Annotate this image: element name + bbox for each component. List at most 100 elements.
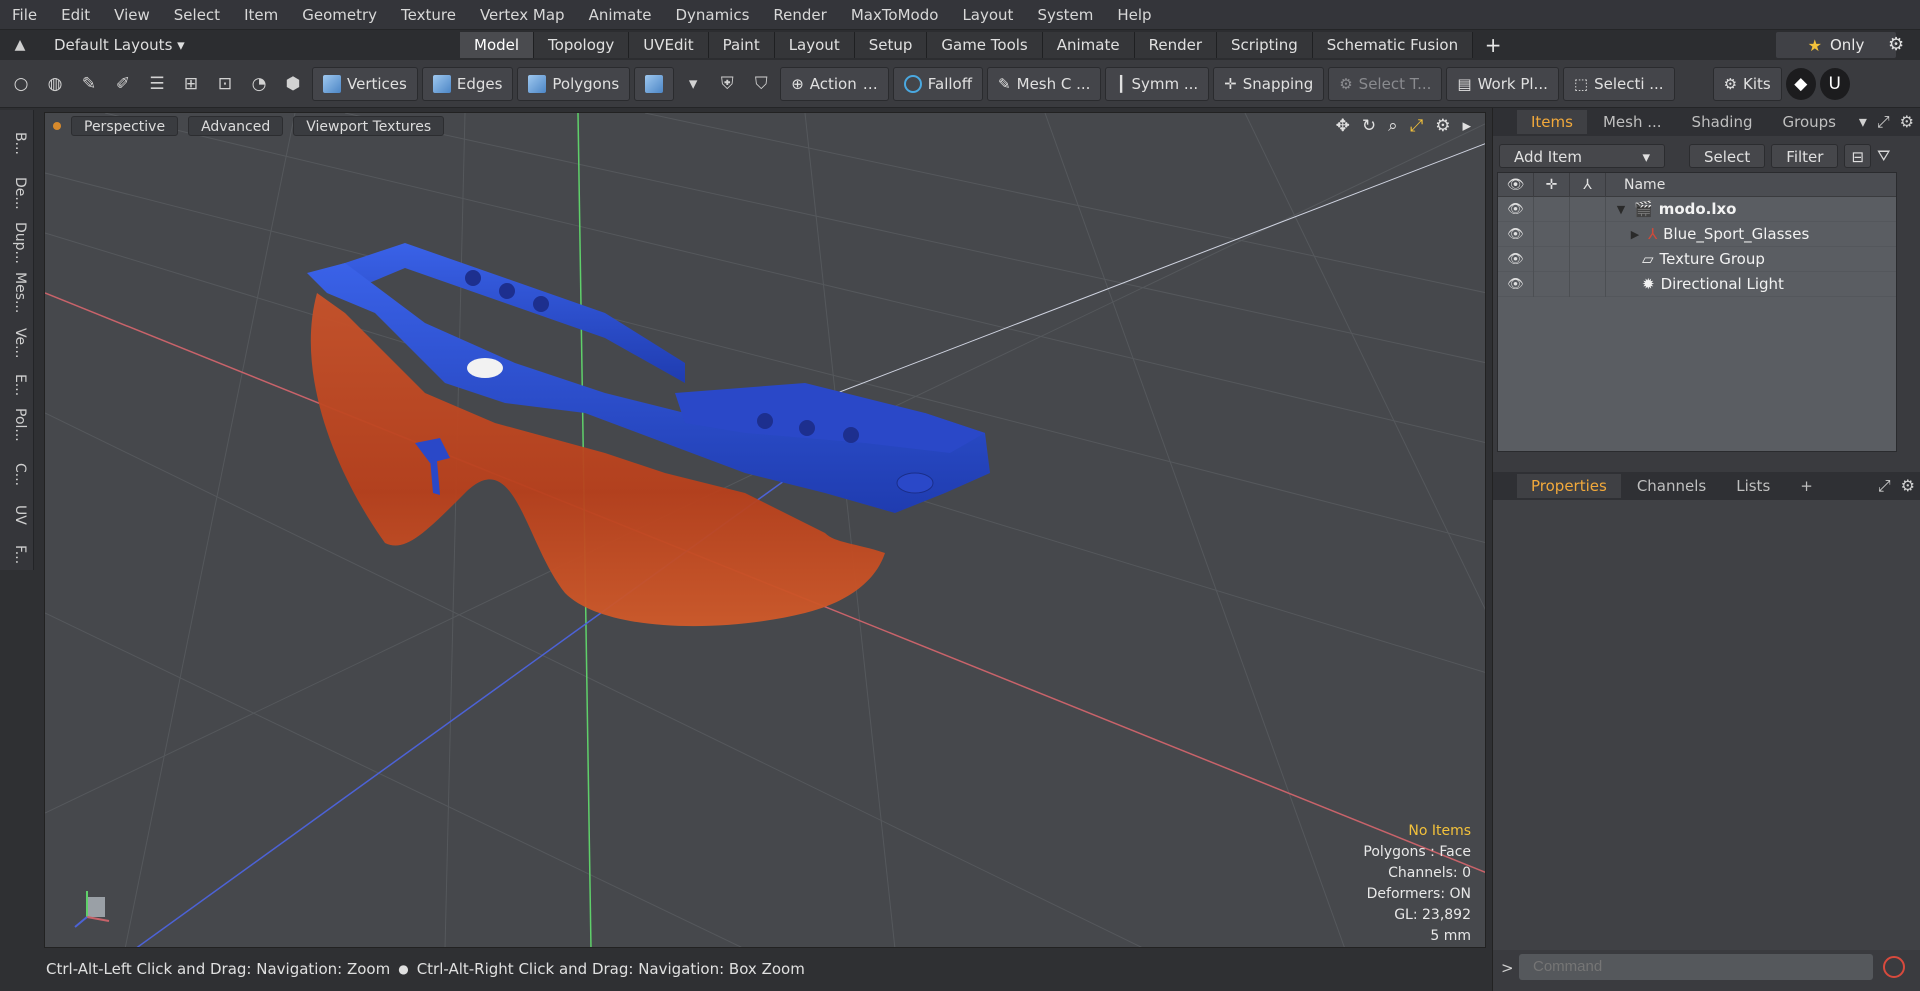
panel-gear-icon[interactable]: ⚙ bbox=[1900, 112, 1914, 132]
select-button[interactable]: Select bbox=[1689, 144, 1766, 168]
viewport-menu-dot-icon[interactable] bbox=[53, 122, 61, 130]
expand-panel-icon[interactable]: ⤢ bbox=[1877, 112, 1890, 132]
view-mode-dropdown[interactable]: Perspective bbox=[71, 116, 179, 136]
collapse-arrow-icon[interactable]: ▲ bbox=[0, 37, 40, 53]
shield-alt-icon[interactable]: ⛉ bbox=[746, 68, 776, 100]
menu-view[interactable]: View bbox=[102, 0, 162, 30]
tree-row-mesh[interactable]: 👁 ▶ ⅄ Blue_Sport_Glasses bbox=[1498, 221, 1896, 247]
command-input[interactable] bbox=[1519, 954, 1873, 980]
dial-icon[interactable]: ◔ bbox=[244, 68, 274, 100]
panel-gear-icon[interactable]: ⚙ bbox=[1901, 476, 1915, 496]
tab-groups[interactable]: Groups bbox=[1768, 110, 1849, 134]
lasso-icon[interactable]: ✐ bbox=[108, 68, 138, 100]
tab-animate[interactable]: Animate bbox=[1042, 32, 1135, 58]
settings-gear-icon[interactable]: ⚙ bbox=[1888, 34, 1904, 55]
globe-icon[interactable]: ◍ bbox=[40, 68, 70, 100]
tab-schematic-fusion[interactable]: Schematic Fusion bbox=[1312, 32, 1474, 58]
blue-sport-glasses-model[interactable] bbox=[307, 243, 990, 627]
lock-column-icon[interactable]: ✛ bbox=[1534, 172, 1570, 197]
tab-channels[interactable]: Channels bbox=[1623, 474, 1720, 498]
command-stop-icon[interactable] bbox=[1883, 956, 1905, 978]
shading-dropdown[interactable]: Advanced bbox=[188, 116, 284, 136]
add-panel-tab-icon[interactable]: + bbox=[1786, 474, 1827, 498]
item-mode-icon[interactable]: ⬢ bbox=[278, 68, 308, 100]
mesh-constraints-button[interactable]: ✎ Mesh C ... bbox=[987, 66, 1102, 101]
only-button[interactable]: ★ Only bbox=[1776, 32, 1896, 58]
left-tab-fusion[interactable]: F... bbox=[6, 530, 28, 580]
left-tab-mesh-edit[interactable]: Mes... bbox=[6, 268, 28, 318]
tab-uvedit[interactable]: UVEdit bbox=[629, 32, 709, 58]
menu-select[interactable]: Select bbox=[162, 0, 232, 30]
edges-button[interactable]: Edges bbox=[421, 66, 514, 101]
tab-items[interactable]: Items bbox=[1517, 110, 1587, 134]
pivot-column-icon[interactable]: ⅄ bbox=[1570, 172, 1606, 197]
menu-system[interactable]: System bbox=[1025, 0, 1105, 30]
vertices-button[interactable]: Vertices bbox=[312, 66, 418, 101]
menu-animate[interactable]: Animate bbox=[577, 0, 664, 30]
layouts-dropdown[interactable]: Default Layouts ▾ bbox=[40, 36, 460, 54]
select-through-button[interactable]: ⚙ Select T... bbox=[1328, 66, 1443, 101]
expand-down-icon[interactable]: ▼ bbox=[1614, 203, 1628, 216]
zoom-icon[interactable]: ⌕ bbox=[1388, 116, 1398, 136]
menu-dynamics[interactable]: Dynamics bbox=[663, 0, 761, 30]
menu-geometry[interactable]: Geometry bbox=[290, 0, 389, 30]
item-tree[interactable]: 👁 ✛ ⅄ Name 👁 ▼ 🎬 modo.lxo 👁 ▶ ⅄ Blue_Sport_G… bbox=[1497, 172, 1897, 452]
tree-row-texture-group[interactable]: 👁 ▱ Texture Group bbox=[1498, 246, 1896, 272]
eye-icon[interactable]: 👁 bbox=[1498, 271, 1534, 297]
shield-icon[interactable]: ⛨ bbox=[712, 68, 742, 100]
expand-right-icon[interactable]: ▶ bbox=[1628, 228, 1642, 241]
eye-icon[interactable]: 👁 bbox=[1498, 246, 1534, 272]
viewport-gear-icon[interactable]: ⚙ bbox=[1435, 116, 1450, 136]
material-mode-button[interactable] bbox=[634, 66, 675, 101]
name-column-header[interactable]: Name bbox=[1606, 177, 1665, 193]
rotate-icon[interactable]: ↻ bbox=[1362, 116, 1376, 136]
tab-shading[interactable]: Shading bbox=[1678, 110, 1767, 134]
expand-arrow-icon[interactable]: ▸ bbox=[1462, 116, 1471, 136]
tab-paint[interactable]: Paint bbox=[708, 32, 775, 58]
add-tab-icon[interactable]: + bbox=[1473, 33, 1513, 57]
funnel-filter-icon[interactable]: ⛛ bbox=[1877, 146, 1890, 166]
symmetry-button[interactable]: ┃ Symm ... bbox=[1105, 66, 1210, 101]
maximize-icon[interactable]: ⤢ bbox=[1410, 116, 1424, 136]
falloff-button[interactable]: Falloff bbox=[892, 66, 984, 101]
tab-lists[interactable]: Lists bbox=[1722, 474, 1784, 498]
menu-layout[interactable]: Layout bbox=[950, 0, 1025, 30]
command-expand-icon[interactable]: > bbox=[1501, 959, 1514, 977]
menu-file[interactable]: File bbox=[0, 0, 49, 30]
tab-mesh-ops[interactable]: Mesh ... bbox=[1589, 110, 1676, 134]
menu-item[interactable]: Item bbox=[232, 0, 290, 30]
pen-icon[interactable]: ✎ bbox=[74, 68, 104, 100]
snapping-button[interactable]: ✛ Snapping bbox=[1213, 66, 1325, 101]
modo-logo-icon[interactable]: ◆ bbox=[1785, 67, 1816, 100]
tree-row-scene[interactable]: 👁 ▼ 🎬 modo.lxo bbox=[1498, 196, 1896, 222]
frame-icon[interactable]: ⊡ bbox=[210, 68, 240, 100]
viewport-textures-dropdown[interactable]: Viewport Textures bbox=[293, 116, 445, 136]
tab-scripting[interactable]: Scripting bbox=[1217, 32, 1313, 58]
menu-help[interactable]: Help bbox=[1105, 0, 1163, 30]
pan-icon[interactable]: ✥ bbox=[1336, 116, 1350, 136]
visibility-column-icon[interactable]: 👁 bbox=[1498, 172, 1534, 197]
left-tab-duplicate[interactable]: Dup... bbox=[6, 218, 28, 268]
tab-render[interactable]: Render bbox=[1134, 32, 1218, 58]
left-tab-deform[interactable]: De... bbox=[6, 168, 28, 218]
menu-maxtomodo[interactable]: MaxToModo bbox=[839, 0, 951, 30]
left-tab-polygon[interactable]: Pol... bbox=[6, 400, 28, 450]
tab-dropdown-icon[interactable]: ▾ bbox=[1859, 112, 1867, 132]
tree-row-light[interactable]: 👁 ✹ Directional Light bbox=[1498, 271, 1896, 297]
menu-edit[interactable]: Edit bbox=[49, 0, 102, 30]
tab-layout[interactable]: Layout bbox=[774, 32, 855, 58]
menu-render[interactable]: Render bbox=[761, 0, 838, 30]
action-center-button[interactable]: ⊕ Action… bbox=[780, 66, 889, 101]
kits-button[interactable]: ⚙ Kits bbox=[1712, 66, 1782, 101]
menu-vertex-map[interactable]: Vertex Map bbox=[468, 0, 577, 30]
eye-icon[interactable]: 👁 bbox=[1498, 221, 1534, 247]
tab-properties[interactable]: Properties bbox=[1517, 474, 1621, 498]
tab-model[interactable]: Model bbox=[460, 32, 535, 58]
tab-topology[interactable]: Topology bbox=[534, 32, 630, 58]
selection-sets-button[interactable]: ⬚ Selecti ... bbox=[1562, 66, 1675, 101]
align-icon[interactable]: ☰ bbox=[142, 68, 172, 100]
add-item-dropdown[interactable]: Add Item ▾ bbox=[1499, 144, 1665, 168]
collapse-icon[interactable]: ⊟ bbox=[1844, 144, 1872, 168]
menu-texture[interactable]: Texture bbox=[389, 0, 468, 30]
grid-icon[interactable]: ⊞ bbox=[176, 68, 206, 100]
